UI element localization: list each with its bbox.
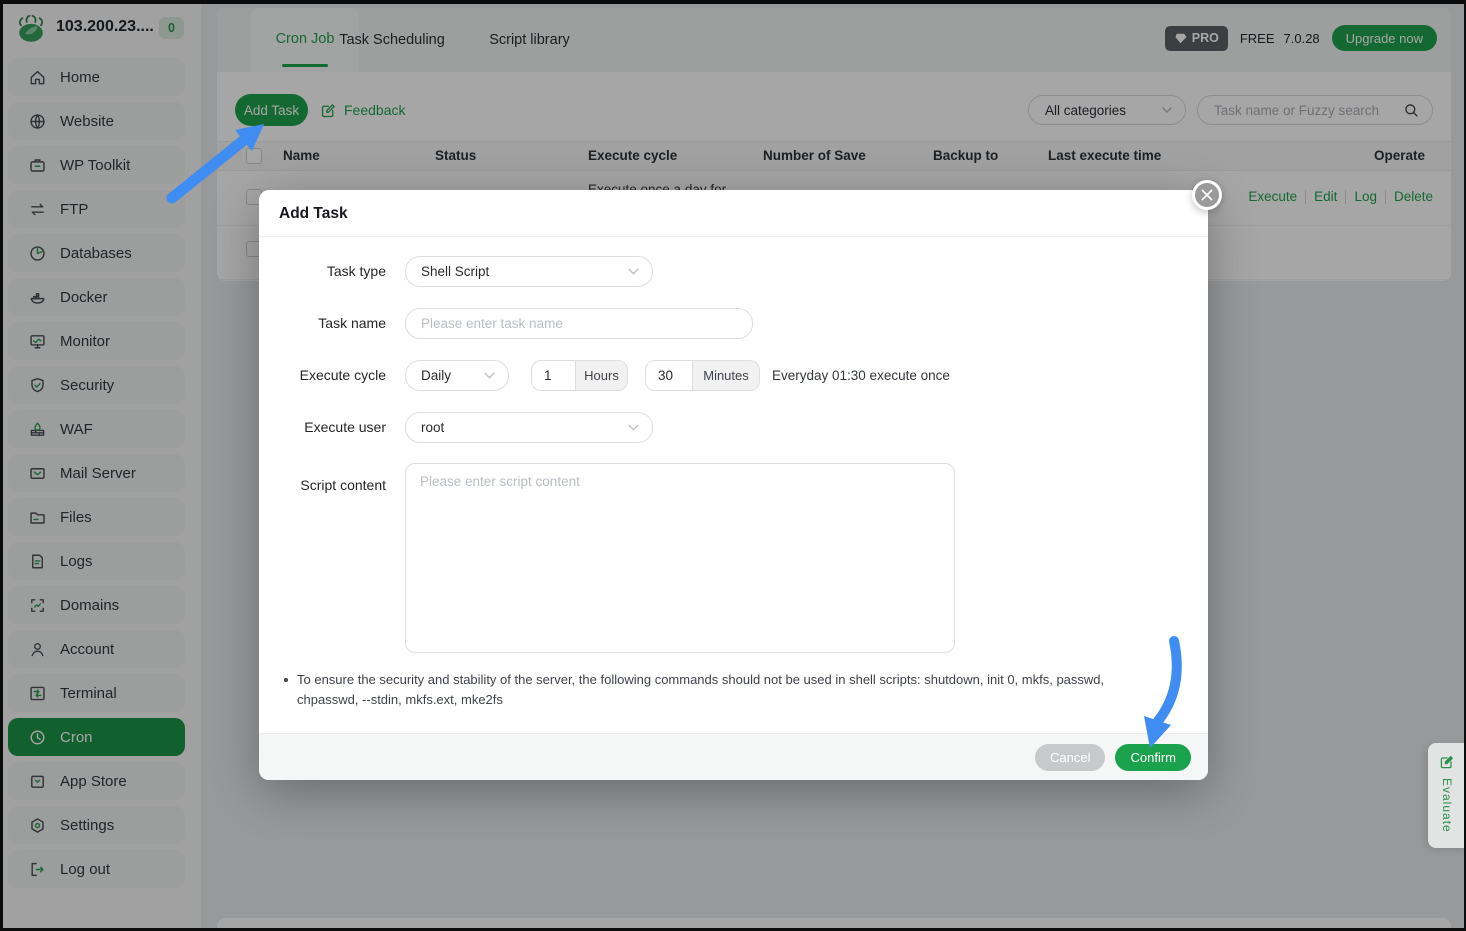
cycle-hint: Everyday 01:30 execute once [772, 360, 950, 391]
modal-header: Add Task [259, 190, 1208, 237]
execute-user-select[interactable]: root [405, 412, 653, 443]
minutes-input[interactable] [646, 361, 692, 390]
evaluate-tab[interactable]: Evaluate [1428, 743, 1466, 848]
minutes-group: Minutes [645, 360, 760, 391]
modal-footer: Cancel Confirm [259, 733, 1208, 780]
confirm-button[interactable]: Confirm [1115, 744, 1191, 771]
cancel-button[interactable]: Cancel [1035, 744, 1105, 771]
task-name-input[interactable] [405, 308, 753, 339]
task-name-label: Task name [279, 308, 386, 339]
execute-user-label: Execute user [279, 412, 386, 443]
execute-cycle-label: Execute cycle [279, 360, 386, 391]
bullet-dot [284, 678, 288, 682]
script-content-label: Script content [279, 470, 386, 501]
add-task-modal: Add Task Task type Shell Script Task nam… [259, 190, 1208, 780]
security-note: To ensure the security and stability of … [284, 670, 1144, 710]
window-edge-left [0, 0, 3, 931]
chevron-down-icon [628, 268, 639, 275]
evaluate-note-icon [1439, 754, 1455, 770]
task-type-label: Task type [279, 256, 386, 287]
hours-group: Hours [531, 360, 628, 391]
chevron-down-icon [484, 372, 495, 379]
task-type-select[interactable]: Shell Script [405, 256, 653, 287]
window-edge-top [0, 0, 1466, 4]
minutes-unit: Minutes [692, 361, 759, 390]
hours-input[interactable] [532, 361, 575, 390]
script-content-textarea[interactable] [405, 463, 955, 653]
hours-unit: Hours [575, 361, 627, 390]
close-icon [1201, 189, 1213, 201]
modal-title: Add Task [279, 190, 348, 237]
cycle-period-select[interactable]: Daily [405, 360, 509, 391]
chevron-down-icon [628, 424, 639, 431]
modal-close-button[interactable] [1192, 180, 1222, 210]
task-name-wrap [405, 308, 753, 339]
